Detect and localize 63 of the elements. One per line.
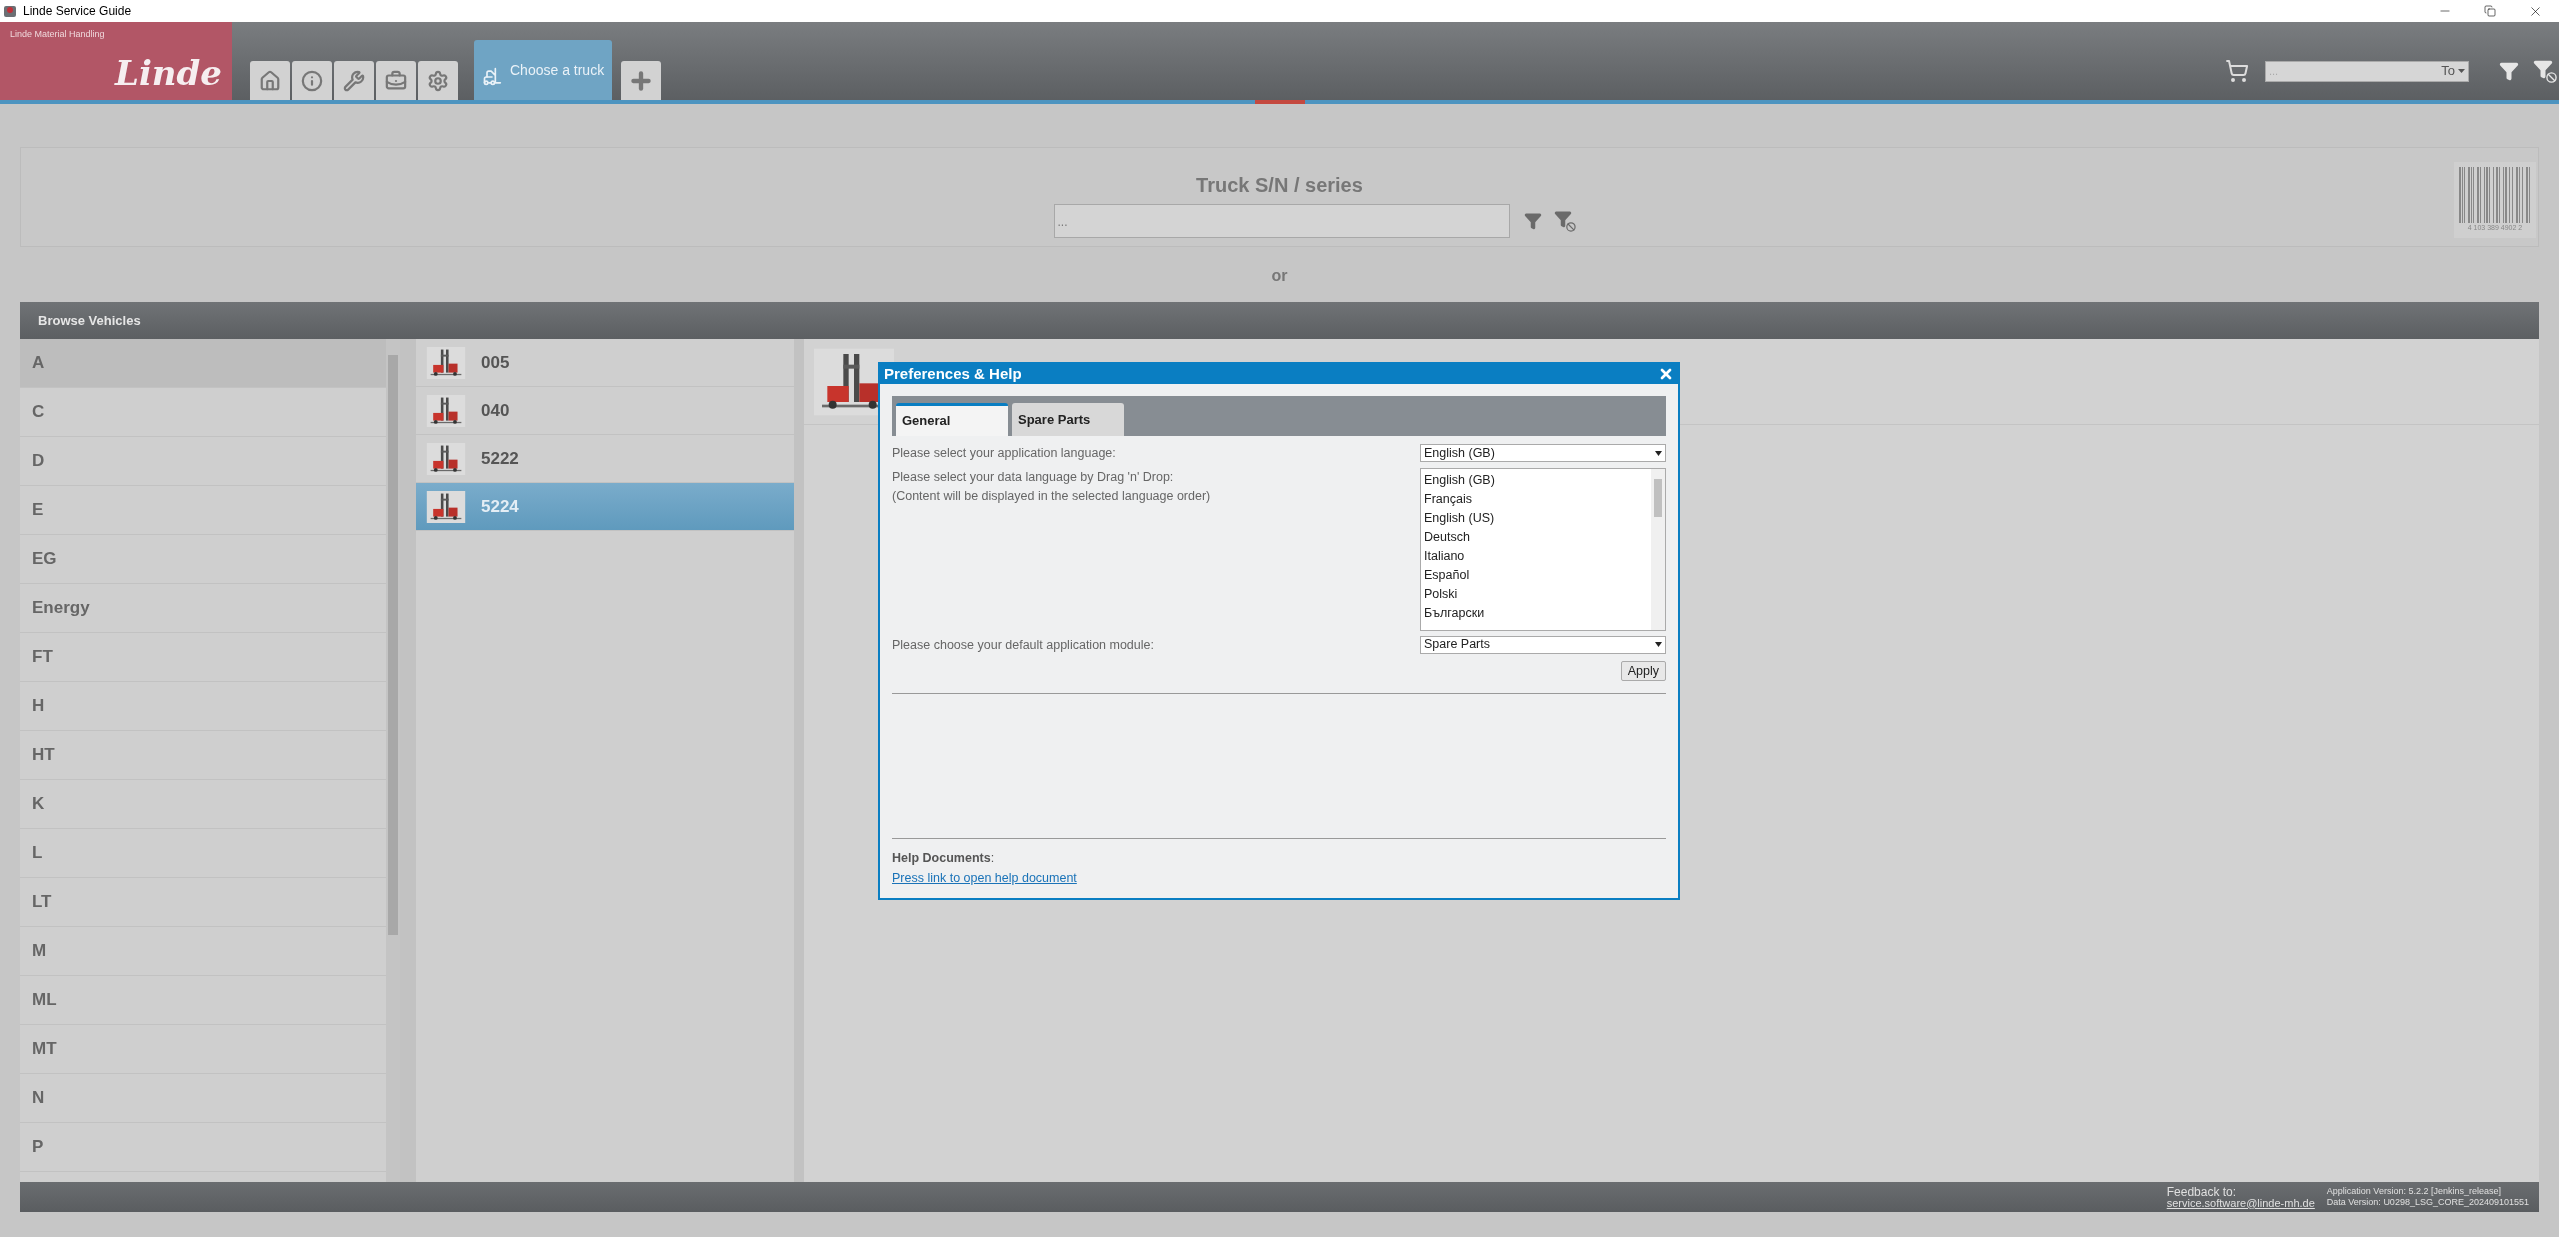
data-language-label: Please select your data language by Drag 'n' Drop: [892, 468, 1175, 486]
settings-icon [427, 69, 449, 92]
data-language-note: (Content will be displayed in the selected language order) [892, 487, 1211, 505]
help-heading: Help Documents: [892, 849, 996, 867]
feedback-email-link[interactable]: service.software@linde-mh.de [2166, 1197, 2315, 1209]
settings-button[interactable] [418, 61, 458, 100]
toolbox-button[interactable] [376, 61, 416, 100]
cart-icon[interactable] [2225, 59, 2249, 83]
brand-name: Linde Material Handling [10, 28, 106, 41]
group-item[interactable]: A [20, 339, 386, 388]
language-option[interactable]: Español [1424, 565, 1648, 585]
logo-text: Linde [115, 56, 222, 90]
app-icon [3, 4, 17, 18]
filter-icon[interactable] [1523, 212, 1542, 230]
dialog-title: Preferences & Help [884, 363, 1022, 384]
app-language-label: Please select your application language: [892, 445, 1116, 462]
series-item[interactable]: 005 [416, 339, 794, 387]
feedback-label: Feedback to: [2166, 1185, 2238, 1198]
or-label: or [1271, 266, 1288, 286]
forklift-icon [482, 67, 502, 87]
home-icon [259, 69, 281, 92]
caret-icon [1655, 642, 1662, 648]
module-select[interactable]: Spare Parts [1420, 635, 1666, 654]
search-title: Truck S/N / series [1196, 173, 1363, 198]
language-option[interactable]: Български [1424, 603, 1648, 623]
series-item[interactable]: 040 [416, 387, 794, 435]
app-version: Application Version: 5.2.2 [Jenkins_release] [2326, 1185, 2502, 1197]
app-language-select[interactable]: English (GB) [1420, 444, 1666, 462]
wrench-icon [343, 69, 365, 92]
language-option[interactable]: Deutsch [1424, 527, 1648, 547]
scrollbar[interactable] [386, 339, 400, 1182]
language-option[interactable]: Polski [1424, 584, 1648, 604]
language-option[interactable]: English (GB) [1424, 470, 1648, 490]
home-button[interactable] [250, 61, 290, 100]
serial-field[interactable]: ... [1053, 204, 1510, 238]
add-tab-button[interactable] [621, 61, 661, 100]
quick-search-field[interactable]: ... To [2265, 60, 2469, 82]
info-icon [301, 69, 323, 92]
browse-title: Browse Vehicles [38, 311, 141, 330]
language-option[interactable]: English (US) [1424, 508, 1648, 528]
dialog-tab[interactable]: Spare Parts [1012, 403, 1124, 436]
apply-button[interactable]: Apply [1620, 660, 1666, 681]
language-option[interactable]: Français [1424, 489, 1648, 509]
help-document-link[interactable]: Press link to open help document [892, 869, 1077, 888]
window-title: Linde Service Guide [23, 3, 132, 20]
caret-icon [1655, 450, 1662, 456]
series-item[interactable]: 5224 [416, 483, 794, 531]
dialog-tab[interactable]: General [896, 403, 1008, 436]
briefcase-icon [385, 69, 407, 92]
close-icon[interactable] [1658, 366, 1674, 382]
language-option[interactable]: Italiano [1424, 546, 1648, 566]
list-scrollbar[interactable] [1651, 468, 1665, 630]
module-label: Please choose your default application module: [892, 636, 1154, 654]
clear-filter-icon[interactable] [1553, 210, 1576, 232]
caret-icon [2458, 69, 2465, 73]
restore-icon[interactable] [2484, 5, 2496, 17]
barcode-icon [2459, 166, 2531, 223]
data-version: Data Version: U0298_LSG_CORE_202409101551 [2326, 1197, 2529, 1209]
choose-truck-tab[interactable]: Choose a truck [474, 40, 612, 100]
info-button[interactable] [292, 61, 332, 100]
data-language-list[interactable]: English (GB) Français English (US) Deutsch Italiano Español Polski Български [1420, 467, 1666, 631]
clear-filter-icon[interactable] [2533, 59, 2557, 83]
tools-button[interactable] [334, 61, 374, 100]
